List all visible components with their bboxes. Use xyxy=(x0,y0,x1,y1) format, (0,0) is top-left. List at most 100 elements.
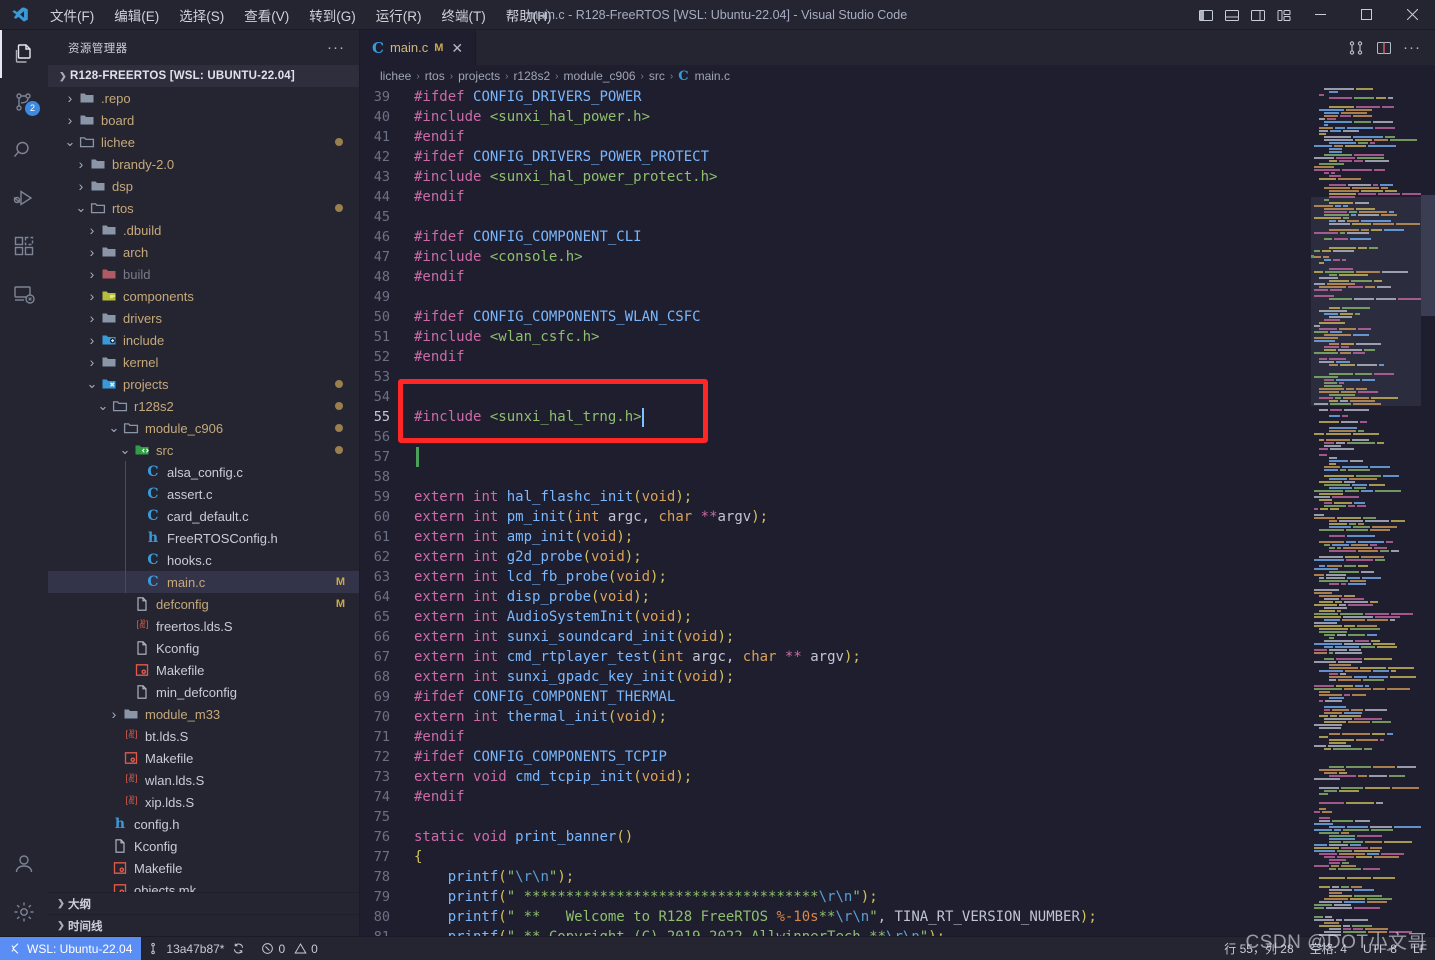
breadcrumb[interactable]: lichee›rtos›projects›r128s2›module_c906›… xyxy=(360,65,1435,87)
breadcrumb-item[interactable]: projects xyxy=(458,69,500,83)
tree-file-row[interactable]: ›Makefile xyxy=(48,747,359,769)
code-line[interactable]: 78 printf("\r\n"); xyxy=(360,867,1435,887)
code-line[interactable]: 72#ifdef CONFIG_COMPONENTS_TCPIP xyxy=(360,747,1435,767)
tree-file-row[interactable]: ›[1001]wlan.lds.S xyxy=(48,769,359,791)
tree-file-row[interactable]: ›Calsa_config.c xyxy=(48,461,359,483)
tree-file-row[interactable]: ›hconfig.h xyxy=(48,813,359,835)
file-tree[interactable]: ›.repo›board⌄lichee›brandy-2.0›dsp⌄rtos›… xyxy=(48,87,359,892)
tree-file-row[interactable]: ›min_defconfig xyxy=(48,681,359,703)
code-line[interactable]: 79 printf(" ****************************… xyxy=(360,887,1435,907)
toggle-panel-icon[interactable] xyxy=(1219,0,1245,30)
tree-folder-row[interactable]: ›module_m33 xyxy=(48,703,359,725)
menu-bar[interactable]: 文件(F) 编辑(E) 选择(S) 查看(V) 转到(G) 运行(R) 终端(T… xyxy=(40,1,562,29)
menu-terminal[interactable]: 终端(T) xyxy=(432,1,496,29)
tree-file-row[interactable]: ›Cmain.cM xyxy=(48,571,359,593)
code-line[interactable]: 62extern int g2d_probe(void); xyxy=(360,547,1435,567)
code-line[interactable]: 70extern int thermal_init(void); xyxy=(360,707,1435,727)
tree-folder-row[interactable]: ›include xyxy=(48,329,359,351)
outline-section[interactable]: ❯ 大纲 xyxy=(48,892,359,914)
more-actions-icon[interactable]: ··· xyxy=(1399,35,1425,61)
chevron-right-icon[interactable]: › xyxy=(85,222,99,238)
workspace-root-row[interactable]: ❯ R128-FREERTOS [WSL: UBUNTU-22.04] xyxy=(48,65,359,87)
window-close-button[interactable] xyxy=(1389,0,1435,30)
breadcrumb-item[interactable]: module_c906 xyxy=(563,69,635,83)
menu-selection[interactable]: 选择(S) xyxy=(169,1,234,29)
breadcrumb-item[interactable]: main.c xyxy=(695,69,730,83)
code-line[interactable]: 49 xyxy=(360,287,1435,307)
breadcrumb-item[interactable]: lichee xyxy=(380,69,411,83)
toggle-primary-sidebar-icon[interactable] xyxy=(1193,0,1219,30)
editor-scrollbar-thumb[interactable] xyxy=(1421,195,1435,317)
tree-file-row[interactable]: ›Kconfig xyxy=(48,637,359,659)
chevron-right-icon[interactable]: › xyxy=(85,354,99,370)
status-cursor-position[interactable]: 行 55，列 28 xyxy=(1216,937,1301,960)
tree-file-row[interactable]: ›Ccard_default.c xyxy=(48,505,359,527)
code-line[interactable]: 73extern void cmd_tcpip_init(void); xyxy=(360,767,1435,787)
activitybar-item-run-and-debug[interactable] xyxy=(0,174,48,222)
tree-folder-row[interactable]: ›.repo xyxy=(48,87,359,109)
menu-view[interactable]: 查看(V) xyxy=(234,1,299,29)
code-line[interactable]: 56 xyxy=(360,427,1435,447)
chevron-right-icon[interactable]: › xyxy=(74,178,88,194)
tree-folder-row[interactable]: ›brandy-2.0 xyxy=(48,153,359,175)
menu-file[interactable]: 文件(F) xyxy=(40,1,104,29)
code-line[interactable]: 41#endif xyxy=(360,127,1435,147)
tree-folder-row[interactable]: ⌄projects xyxy=(48,373,359,395)
code-line[interactable]: 69#ifdef CONFIG_COMPONENT_THERMAL xyxy=(360,687,1435,707)
chevron-down-icon[interactable]: ⌄ xyxy=(107,420,121,436)
tree-folder-row[interactable]: ›drivers xyxy=(48,307,359,329)
code-line[interactable]: 74#endif xyxy=(360,787,1435,807)
code-line[interactable]: 53 xyxy=(360,367,1435,387)
code-line[interactable]: 58 xyxy=(360,467,1435,487)
code-line[interactable]: 45 xyxy=(360,207,1435,227)
code-line[interactable]: 44#endif xyxy=(360,187,1435,207)
code-line[interactable]: 52#endif xyxy=(360,347,1435,367)
breadcrumb-item[interactable]: src xyxy=(649,69,665,83)
code-line[interactable]: 54 xyxy=(360,387,1435,407)
code-line[interactable]: 48#endif xyxy=(360,267,1435,287)
menu-edit[interactable]: 编辑(E) xyxy=(104,1,169,29)
tree-file-row[interactable]: ›hFreeRTOSConfig.h xyxy=(48,527,359,549)
tree-file-row[interactable]: ›objects.mk xyxy=(48,879,359,892)
minimap[interactable] xyxy=(1311,87,1421,936)
status-branch[interactable]: 13a47b87* xyxy=(141,937,253,960)
chevron-right-icon[interactable]: › xyxy=(85,266,99,282)
tree-folder-row[interactable]: ›build xyxy=(48,263,359,285)
activitybar-item-remote-explorer[interactable] xyxy=(0,270,48,318)
tree-file-row[interactable]: ›[1001]freertos.lds.S xyxy=(48,615,359,637)
chevron-right-icon[interactable]: ❯ xyxy=(54,920,68,931)
chevron-down-icon[interactable]: ⌄ xyxy=(63,134,77,150)
code-line[interactable]: 60extern int pm_init(int argc, char **ar… xyxy=(360,507,1435,527)
tree-file-row[interactable]: ›Kconfig xyxy=(48,835,359,857)
tree-folder-row[interactable]: ⌄src xyxy=(48,439,359,461)
tree-folder-row[interactable]: ⌄lichee xyxy=(48,131,359,153)
code-editor[interactable]: 39#ifdef CONFIG_DRIVERS_POWER40#include … xyxy=(360,87,1435,936)
tree-folder-row[interactable]: ⌄module_c906 xyxy=(48,417,359,439)
chevron-down-icon[interactable]: ❯ xyxy=(56,71,70,82)
code-line[interactable]: 59extern int hal_flashc_init(void); xyxy=(360,487,1435,507)
chevron-down-icon[interactable]: ⌄ xyxy=(96,398,110,414)
menu-run[interactable]: 运行(R) xyxy=(366,1,432,29)
sidebar-more-actions-icon[interactable]: ··· xyxy=(321,39,351,56)
tree-folder-row[interactable]: ›kernel xyxy=(48,351,359,373)
code-line[interactable]: 39#ifdef CONFIG_DRIVERS_POWER xyxy=(360,87,1435,107)
code-line[interactable]: 50#ifdef CONFIG_COMPONENTS_WLAN_CSFC xyxy=(360,307,1435,327)
status-eol[interactable]: LF xyxy=(1405,937,1435,960)
code-line[interactable]: 65extern int AudioSystemInit(void); xyxy=(360,607,1435,627)
chevron-right-icon[interactable]: › xyxy=(85,332,99,348)
tree-folder-row[interactable]: ›dsp xyxy=(48,175,359,197)
tab-close-icon[interactable]: ✕ xyxy=(449,41,465,55)
code-line[interactable]: 66extern int sunxi_soundcard_init(void); xyxy=(360,627,1435,647)
code-line[interactable]: 71#endif xyxy=(360,727,1435,747)
code-line[interactable]: 57 xyxy=(360,447,1435,467)
tree-folder-row[interactable]: ⌄rtos xyxy=(48,197,359,219)
tree-folder-row[interactable]: ›.dbuild xyxy=(48,219,359,241)
chevron-right-icon[interactable]: › xyxy=(85,288,99,304)
window-minimize-button[interactable] xyxy=(1297,0,1343,30)
code-line[interactable]: 42#ifdef CONFIG_DRIVERS_POWER_PROTECT xyxy=(360,147,1435,167)
tree-folder-row[interactable]: ›board xyxy=(48,109,359,131)
chevron-right-icon[interactable]: › xyxy=(74,156,88,172)
code-line[interactable]: 47#include <console.h> xyxy=(360,247,1435,267)
tree-file-row[interactable]: ›Makefile xyxy=(48,659,359,681)
chevron-down-icon[interactable]: ⌄ xyxy=(85,376,99,392)
